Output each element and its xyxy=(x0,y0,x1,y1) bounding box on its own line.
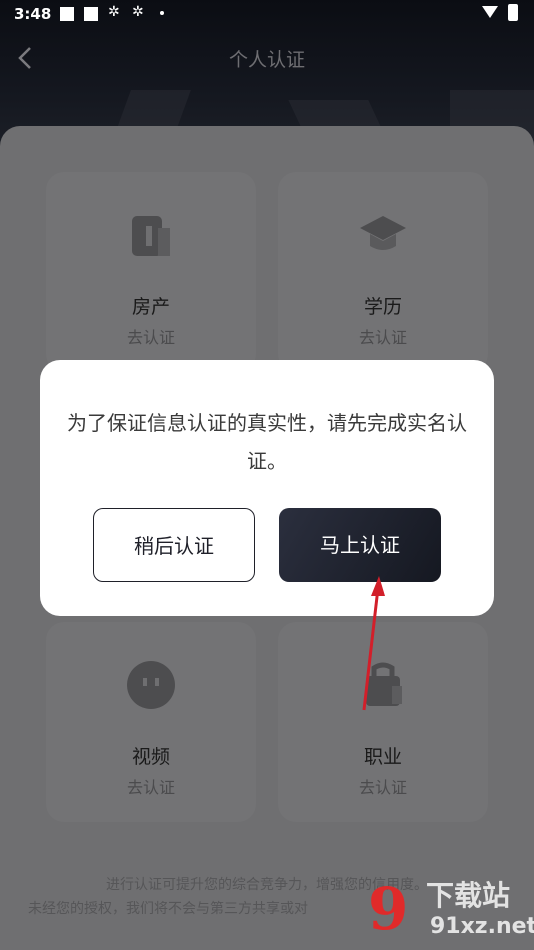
card-subtitle: 去认证 xyxy=(358,778,407,797)
app-notification-icon: ✲ xyxy=(132,4,144,20)
house-icon xyxy=(124,208,178,262)
status-bar: 3:48 ✲ ✲ xyxy=(0,0,534,28)
annotation-arrow-icon xyxy=(362,576,385,711)
battery-icon xyxy=(508,4,518,21)
watermark-text: 下载站 xyxy=(426,879,511,912)
watermark: 9 下载站 91xz.net xyxy=(368,870,534,948)
card-subtitle: 去认证 xyxy=(126,778,175,797)
notification-icon xyxy=(84,7,98,21)
card-education[interactable]: 学历 去认证 xyxy=(278,172,488,372)
card-subtitle: 去认证 xyxy=(358,328,407,347)
watermark-url: 91xz.net xyxy=(430,914,534,939)
card-title: 房产 xyxy=(131,296,170,318)
page-title: 个人认证 xyxy=(228,49,305,71)
card-title: 视频 xyxy=(131,746,170,768)
card-property[interactable]: 房产 去认证 xyxy=(46,172,256,372)
card-title: 职业 xyxy=(363,746,402,768)
more-notifications-icon xyxy=(160,11,164,15)
watermark-logo: 9 xyxy=(368,875,409,943)
wifi-icon xyxy=(482,6,498,18)
verification-dialog: 为了保证信息认证的真实性，请先完成实名认证。 稍后认证 马上认证 xyxy=(40,360,494,616)
card-subtitle: 去认证 xyxy=(126,328,175,347)
app-notification-icon: ✲ xyxy=(108,4,120,20)
dialog-message: 为了保证信息认证的真实性，请先完成实名认证。 xyxy=(67,411,467,473)
card-title: 学历 xyxy=(363,296,402,318)
graduation-cap-icon xyxy=(356,208,410,262)
notification-icon xyxy=(60,7,74,21)
verify-later-button[interactable]: 稍后认证 xyxy=(93,508,255,582)
card-video[interactable]: 视频 去认证 xyxy=(46,622,256,822)
face-icon xyxy=(124,658,178,712)
status-time: 3:48 xyxy=(14,5,52,23)
